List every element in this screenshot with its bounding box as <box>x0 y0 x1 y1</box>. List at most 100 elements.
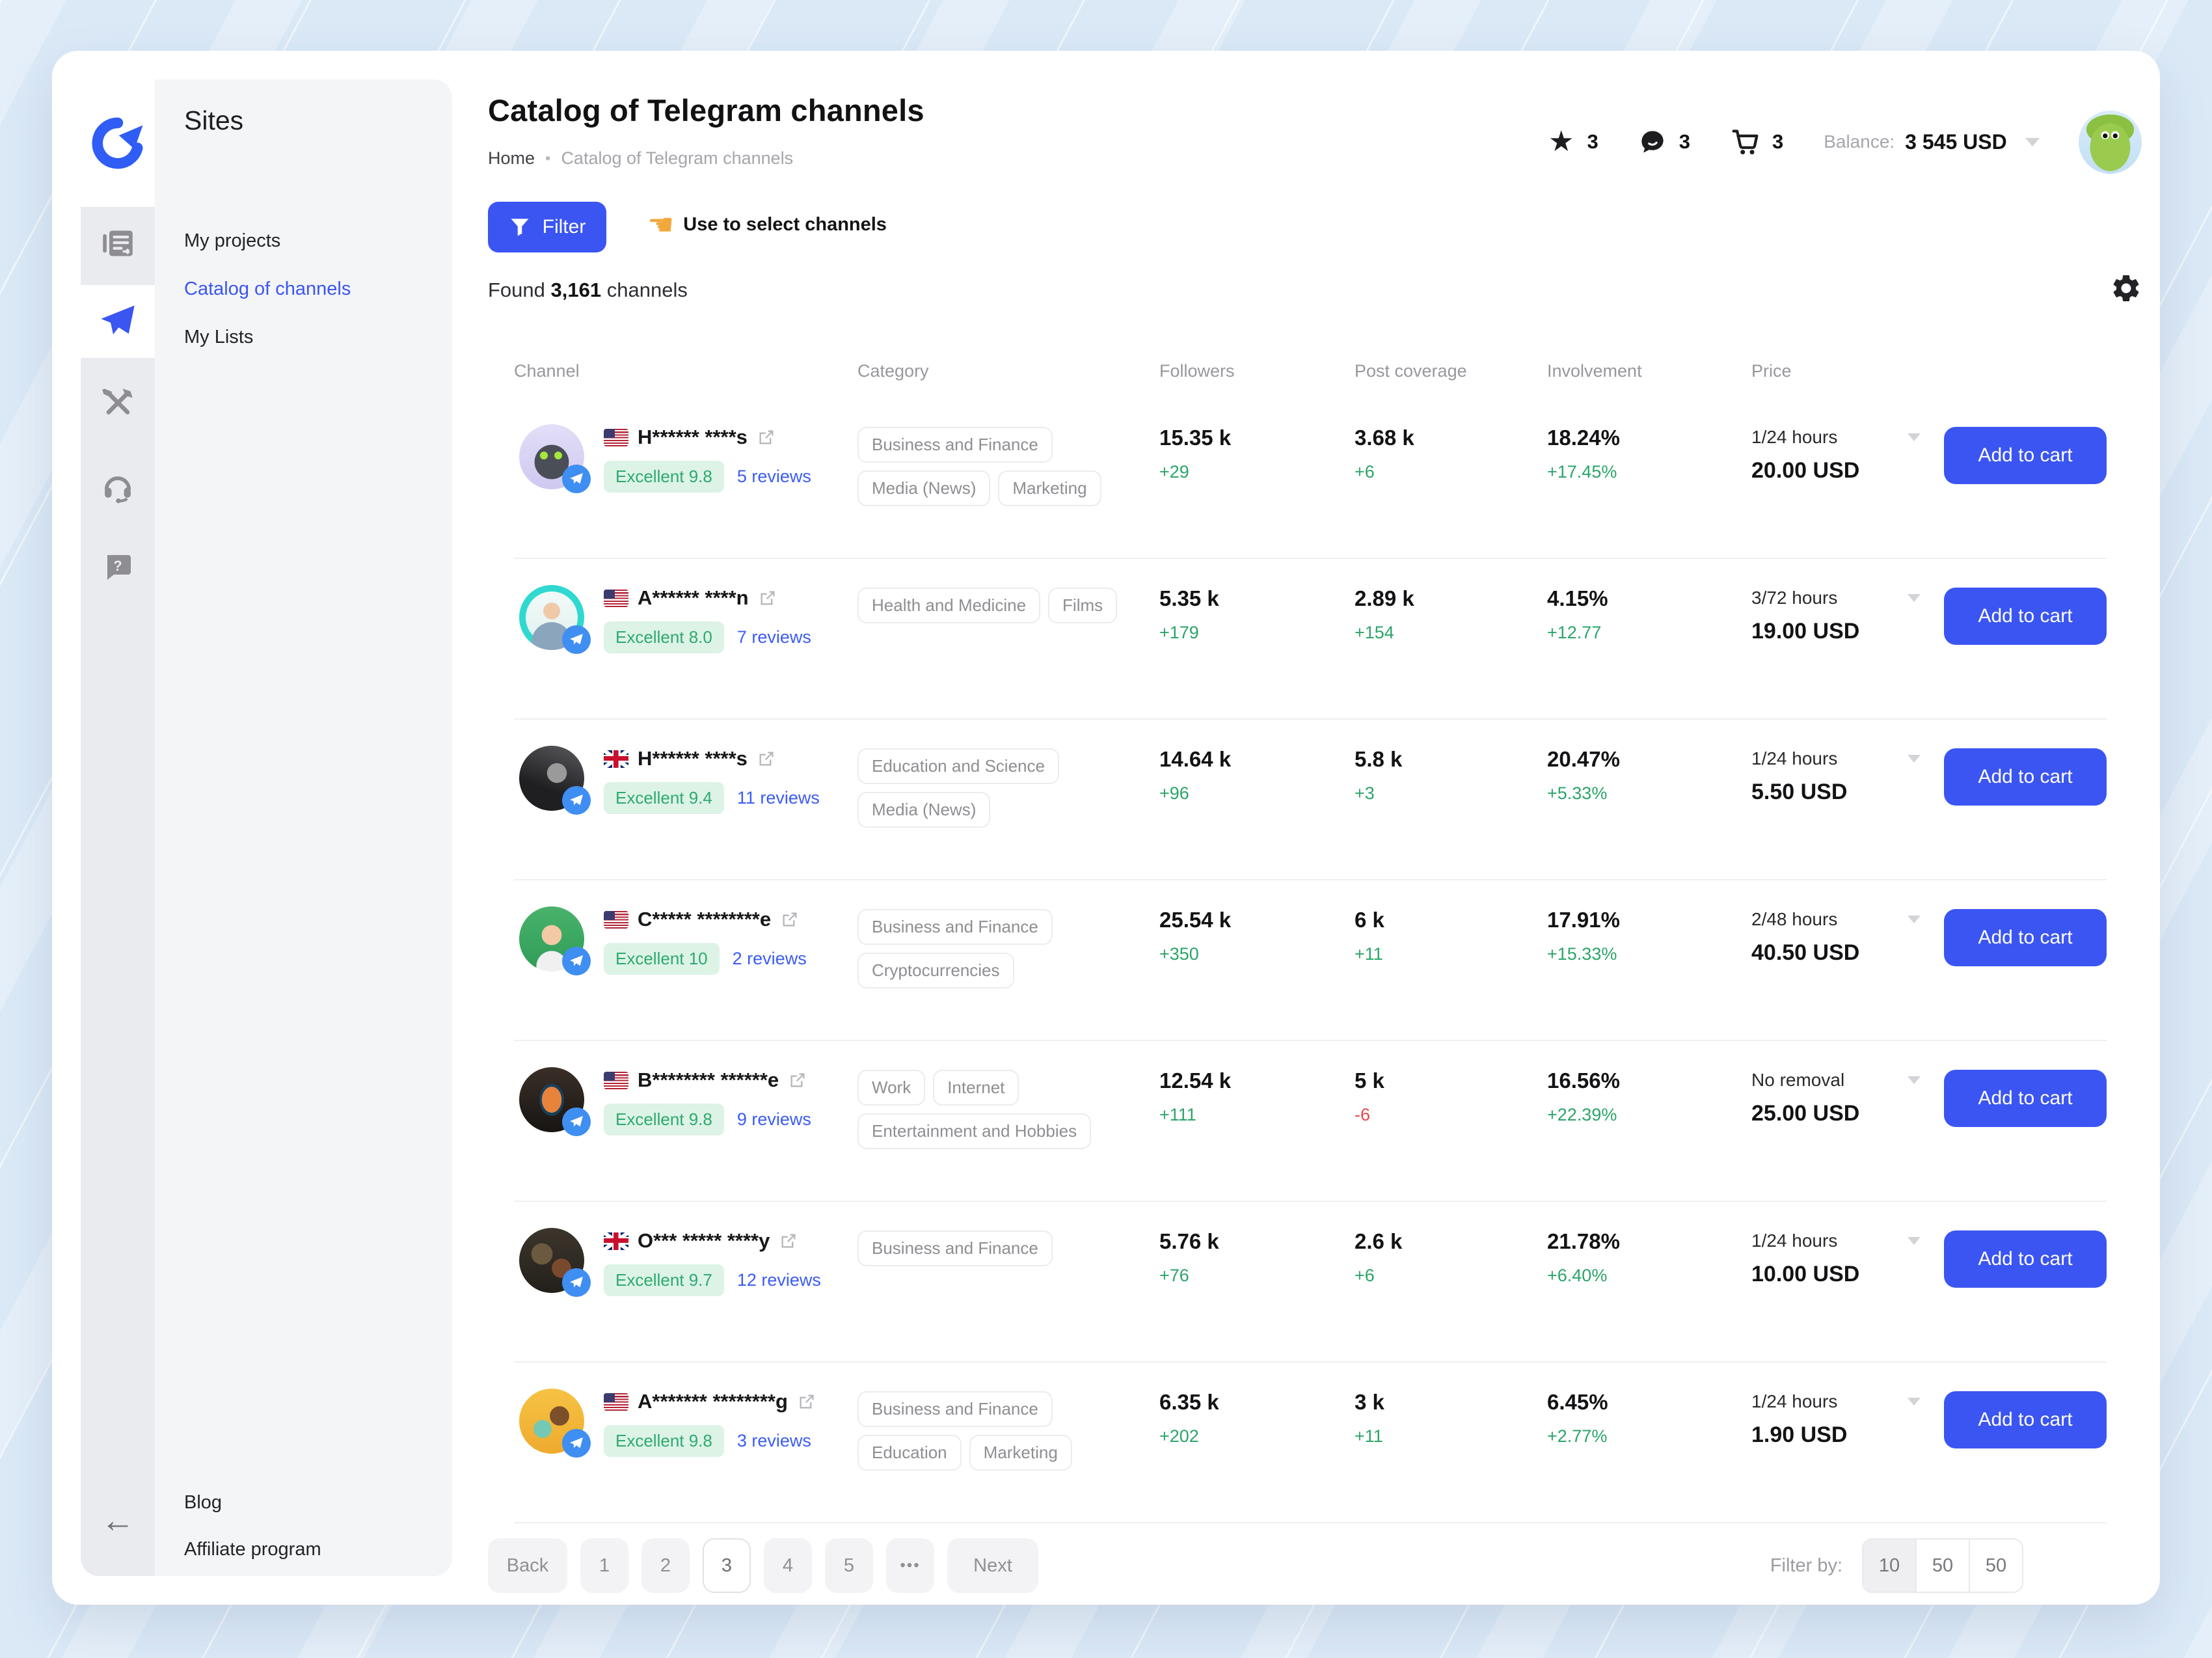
caret-down-icon[interactable] <box>1908 1237 1921 1245</box>
reviews-link[interactable]: 3 reviews <box>737 1431 811 1451</box>
pagination-page-2[interactable]: 2 <box>641 1538 690 1593</box>
category-tag[interactable]: Cryptocurrencies <box>857 953 1014 988</box>
pagination-next-button[interactable]: Next <box>947 1538 1038 1593</box>
breadcrumb-home-link[interactable]: Home <box>488 148 535 169</box>
category-tag[interactable]: Business and Finance <box>857 1391 1053 1427</box>
page-size-option-10[interactable]: 10 <box>1863 1540 1917 1592</box>
reviews-link[interactable]: 9 reviews <box>737 1109 811 1130</box>
add-to-cart-button[interactable]: Add to cart <box>1944 1391 2107 1448</box>
pagination-page-3-active[interactable]: 3 <box>703 1538 751 1593</box>
filter-button[interactable]: Filter <box>488 202 606 252</box>
page-size-option-50[interactable]: 50 <box>1917 1540 1970 1592</box>
breadcrumb-current: Catalog of Telegram channels <box>561 148 793 169</box>
category-tag[interactable]: Marketing <box>998 470 1101 506</box>
app-logo[interactable] <box>81 79 155 207</box>
category-tag[interactable]: Marketing <box>969 1435 1072 1471</box>
sidebar-item-faq[interactable]: ? <box>81 530 155 603</box>
category-tag[interactable]: Health and Medicine <box>857 588 1040 623</box>
favorites-button[interactable]: ★ 3 <box>1548 128 1598 156</box>
price-term-select[interactable]: 1/24 hours <box>1751 1391 1837 1412</box>
category-tag[interactable]: Business and Finance <box>857 1230 1053 1266</box>
caret-down-icon[interactable] <box>1908 1398 1921 1406</box>
price-term-select[interactable]: 3/72 hours <box>1751 588 1837 608</box>
add-to-cart-button[interactable]: Add to cart <box>1944 588 2107 645</box>
chat-bubble-icon <box>1639 128 1666 156</box>
reviews-link[interactable]: 2 reviews <box>733 949 807 969</box>
add-to-cart-button[interactable]: Add to cart <box>1944 427 2107 484</box>
channel-name[interactable]: H****** ****s <box>638 426 748 449</box>
price-term-select[interactable]: 1/24 hours <box>1751 748 1837 769</box>
price-term-select[interactable]: 1/24 hours <box>1751 1230 1837 1251</box>
balance-value[interactable]: 3 545 USD <box>1905 130 2007 154</box>
channel-name[interactable]: C***** ********e <box>638 908 771 931</box>
add-to-cart-button[interactable]: Add to cart <box>1944 909 2107 966</box>
user-avatar[interactable] <box>2079 111 2142 174</box>
price-term-select[interactable]: 1/24 hours <box>1751 427 1837 448</box>
reviews-link[interactable]: 5 reviews <box>737 467 811 487</box>
pagination-ellipsis[interactable]: ••• <box>886 1538 934 1593</box>
pagination-page-1[interactable]: 1 <box>580 1538 628 1593</box>
price-term-select[interactable]: 2/48 hours <box>1751 909 1837 930</box>
sidebar-item-projects[interactable] <box>81 207 155 280</box>
table-row: A****** ****n Excellent 8.0 7 reviews He… <box>514 559 2107 720</box>
price-amount: 20.00 USD <box>1751 458 1921 483</box>
external-link-icon[interactable] <box>757 749 776 768</box>
add-to-cart-button[interactable]: Add to cart <box>1944 1070 2107 1127</box>
category-tag[interactable]: Internet <box>933 1070 1019 1106</box>
column-channel: Channel <box>514 361 857 381</box>
category-tag[interactable]: Business and Finance <box>857 427 1053 463</box>
category-tag[interactable]: Media (News) <box>857 792 990 828</box>
pagination-back-button[interactable]: Back <box>488 1538 567 1593</box>
price-term-select[interactable]: No removal <box>1751 1070 1844 1091</box>
category-tag[interactable]: Business and Finance <box>857 909 1053 945</box>
table-settings-gear-icon[interactable] <box>2110 272 2142 305</box>
sidebar-item-support[interactable] <box>81 450 155 523</box>
add-to-cart-button[interactable]: Add to cart <box>1944 748 2107 806</box>
category-tag[interactable]: Education and Science <box>857 748 1059 784</box>
category-tag[interactable]: Education <box>857 1435 962 1471</box>
reviews-link[interactable]: 11 reviews <box>737 788 820 808</box>
category-tag[interactable]: Entertainment and Hobbies <box>857 1113 1091 1149</box>
followers-delta: +76 <box>1159 1266 1355 1286</box>
channel-name[interactable]: A****** ****n <box>638 586 749 610</box>
caret-down-icon[interactable] <box>1908 433 1921 441</box>
external-link-icon[interactable] <box>758 588 777 608</box>
sidebar-item-my-lists[interactable]: My Lists <box>184 327 351 347</box>
sidebar-item-tools[interactable] <box>81 366 155 439</box>
sidebar-item-catalog-of-channels[interactable]: Catalog of channels <box>184 279 351 299</box>
caret-down-icon[interactable] <box>1908 755 1921 763</box>
external-link-icon[interactable] <box>757 428 776 447</box>
add-to-cart-button[interactable]: Add to cart <box>1944 1230 2107 1288</box>
table-row: A******* ********g Excellent 9.8 3 revie… <box>514 1363 2107 1523</box>
caret-down-icon[interactable] <box>1908 594 1921 602</box>
column-post-coverage: Post coverage <box>1355 361 1547 381</box>
category-tag[interactable]: Media (News) <box>857 470 990 506</box>
sidebar-item-blog[interactable]: Blog <box>184 1493 321 1512</box>
sidebar-item-affiliate-program[interactable]: Affiliate program <box>184 1540 321 1559</box>
channel-name[interactable]: B******** ******e <box>638 1068 779 1092</box>
cart-button[interactable]: 3 <box>1731 128 1783 156</box>
telegram-badge-icon <box>562 1268 591 1297</box>
pagination-page-4[interactable]: 4 <box>764 1538 812 1593</box>
external-link-icon[interactable] <box>779 1231 798 1251</box>
messages-button[interactable]: 3 <box>1639 128 1690 156</box>
filter-hint: ☚ Use to select channels <box>647 210 887 239</box>
balance-caret-icon[interactable] <box>2025 138 2040 146</box>
channel-name[interactable]: O*** ***** ****y <box>638 1229 770 1253</box>
external-link-icon[interactable] <box>797 1392 816 1411</box>
reviews-link[interactable]: 7 reviews <box>737 627 811 647</box>
sidebar-item-my-projects[interactable]: My projects <box>184 231 351 251</box>
page-size-option-50b[interactable]: 50 <box>1970 1540 2022 1592</box>
category-tag[interactable]: Films <box>1048 588 1117 623</box>
collapse-sidebar-button[interactable]: ← <box>81 1491 155 1550</box>
sidebar-item-channels[interactable] <box>81 285 155 358</box>
caret-down-icon[interactable] <box>1908 916 1921 923</box>
category-tag[interactable]: Work <box>857 1070 925 1106</box>
channel-name[interactable]: A******* ********g <box>638 1390 788 1413</box>
external-link-icon[interactable] <box>780 910 800 929</box>
caret-down-icon[interactable] <box>1908 1076 1921 1084</box>
pagination-page-5[interactable]: 5 <box>825 1538 873 1593</box>
external-link-icon[interactable] <box>788 1070 807 1090</box>
channel-name[interactable]: H****** ****s <box>638 747 748 770</box>
reviews-link[interactable]: 12 reviews <box>737 1270 821 1290</box>
